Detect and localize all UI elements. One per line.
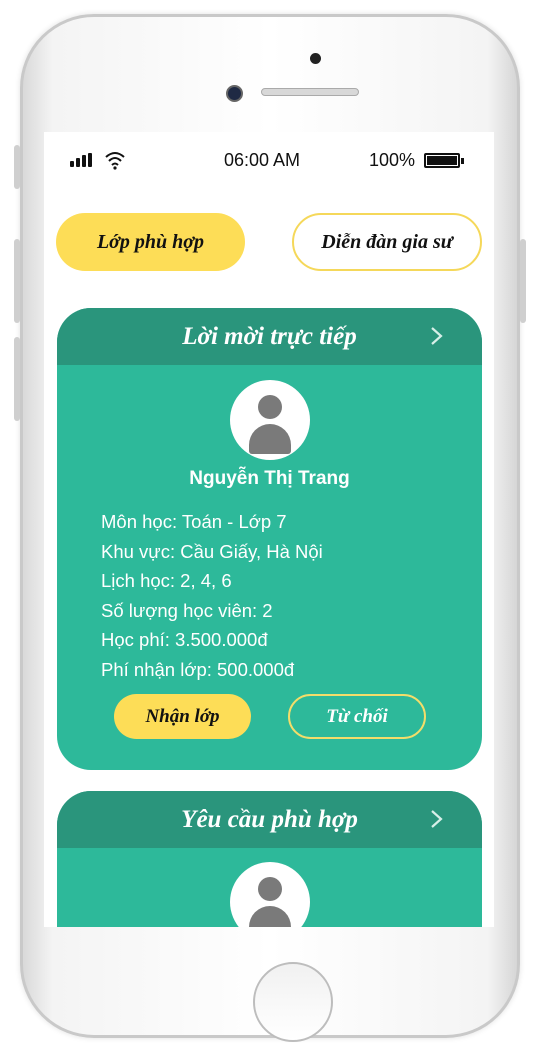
tutor-name: Nguyễn Thị Trang	[189, 468, 350, 489]
requests-card-header[interactable]: Yêu cầu phù hợp	[57, 791, 482, 848]
status-time: 06:00 AM	[224, 150, 301, 170]
proximity-sensor	[310, 53, 321, 64]
invitation-card-header[interactable]: Lời mời trực tiếp	[57, 308, 482, 365]
status-bar: 06:00 AM 100%	[44, 148, 494, 174]
front-camera	[226, 85, 243, 102]
requests-card-title: Yêu cầu phù hợp	[181, 805, 358, 833]
accept-class-button[interactable]: Nhận lớp	[114, 694, 251, 739]
detail-tuition: Học phí: 3.500.000đ	[101, 629, 268, 650]
detail-area: Khu vực: Cầu Giấy, Hà Nội	[101, 540, 323, 562]
tab-matching-classes[interactable]: Lớp phù hợp	[56, 213, 245, 271]
detail-students: Số lượng học viên: 2	[101, 599, 273, 621]
tab-tutor-forum[interactable]: Diễn đàn gia sư	[292, 213, 482, 271]
detail-subject: Môn học: Toán - Lớp 7	[101, 511, 287, 532]
wifi-icon	[105, 152, 125, 170]
requests-card: Yêu cầu phù hợp	[57, 791, 482, 927]
power-button	[520, 239, 526, 323]
app-screen: 06:00 AM 100% Lớp phù hợp Diễn đàn gia s…	[44, 132, 494, 927]
battery-percent: 100%	[369, 150, 416, 170]
detail-fee: Phí nhận lớp: 500.000đ	[101, 658, 295, 680]
reject-button[interactable]: Từ chối	[288, 694, 426, 739]
user-avatar-icon	[230, 862, 310, 927]
volume-down-button	[14, 337, 20, 421]
chevron-right-icon[interactable]	[430, 322, 444, 350]
mute-switch	[14, 145, 20, 189]
invitation-card: Lời mời trực tiếp Nguyễn Thị Trang Môn h…	[57, 308, 482, 770]
earpiece-speaker	[261, 88, 359, 96]
invitation-card-title: Lời mời trực tiếp	[182, 322, 357, 350]
home-button[interactable]	[253, 962, 333, 1042]
chevron-right-icon[interactable]	[430, 805, 444, 833]
detail-schedule: Lịch học: 2, 4, 6	[101, 570, 232, 591]
user-avatar-icon	[230, 380, 310, 460]
class-details: Môn học: Toán - Lớp 7 Khu vực: Cầu Giấy,…	[101, 507, 323, 684]
battery-icon	[424, 153, 464, 168]
volume-up-button	[14, 239, 20, 323]
